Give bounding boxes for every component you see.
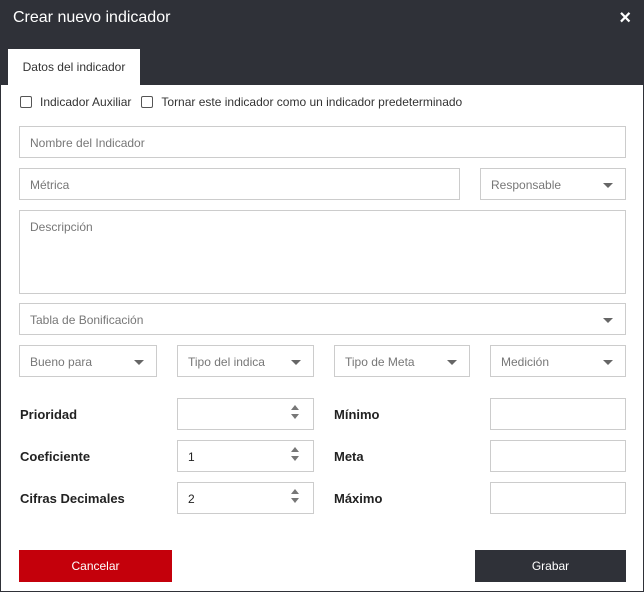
chevron-down-icon [603,183,613,188]
tipo-meta-select[interactable]: Tipo de Meta [334,345,470,377]
save-button[interactable]: Grabar [475,550,626,582]
checkbox-row: Indicador Auxiliar Tornar este indicador… [20,93,462,111]
maximo-label: Máximo [334,491,383,506]
chevron-down-icon [447,360,457,365]
bueno-placeholder: Bueno para [30,355,93,369]
tabla-bonificacion-select[interactable]: Tabla de Bonificación [19,303,626,335]
metrica-placeholder: Métrica [30,178,70,192]
auxiliar-checkbox[interactable] [20,96,32,108]
medicion-placeholder: Medición [501,355,550,369]
close-icon[interactable]: × [619,7,631,29]
chevron-down-icon [603,360,613,365]
chevron-down-icon [291,360,301,365]
chevron-down-icon [603,318,613,323]
spinner-icon[interactable] [291,447,301,461]
coeficiente-stepper[interactable]: 1 [177,440,314,472]
cifras-decimales-label: Cifras Decimales [20,491,125,506]
cifras-value: 2 [188,492,195,506]
bueno-para-select[interactable]: Bueno para [19,345,157,377]
maximo-input[interactable] [490,482,626,514]
tab-datos-del-indicador[interactable]: Datos del indicador [8,49,140,85]
prioridad-stepper[interactable] [177,398,314,430]
modal-header: Crear nuevo indicador × Datos del indica… [1,1,643,85]
tipo-indica-placeholder: Tipo del indica [188,355,265,369]
minimo-input[interactable] [490,398,626,430]
descripcion-placeholder: Descripción [30,220,93,234]
auxiliar-label: Indicador Auxiliar [40,95,132,109]
predeterminado-label: Tornar este indicador como un indicador … [161,95,463,109]
coeficiente-label: Coeficiente [20,449,91,464]
spinner-icon[interactable] [291,489,301,503]
cifras-decimales-stepper[interactable]: 2 [177,482,314,514]
medicion-select[interactable]: Medición [490,345,626,377]
meta-input[interactable] [490,440,626,472]
tipo-meta-placeholder: Tipo de Meta [345,355,415,369]
nombre-field[interactable]: Nombre del Indicador [19,126,626,158]
create-indicator-modal: Crear nuevo indicador × Datos del indica… [0,0,644,592]
responsable-select[interactable]: Responsable [480,168,626,200]
cancel-button[interactable]: Cancelar [19,550,172,582]
chevron-down-icon [134,360,144,365]
descripcion-textarea[interactable]: Descripción [19,210,626,294]
nombre-placeholder: Nombre del Indicador [30,136,145,150]
meta-label: Meta [334,449,364,464]
tipo-indica-select[interactable]: Tipo del indica [177,345,314,377]
modal-title: Crear nuevo indicador [13,9,171,26]
predeterminado-checkbox[interactable] [141,96,154,108]
minimo-label: Mínimo [334,407,380,422]
tabla-placeholder: Tabla de Bonificación [30,313,144,327]
coeficiente-value: 1 [188,450,195,464]
prioridad-label: Prioridad [20,407,78,422]
spinner-icon[interactable] [291,405,301,419]
metrica-field[interactable]: Métrica [19,168,460,200]
responsable-placeholder: Responsable [491,178,562,192]
